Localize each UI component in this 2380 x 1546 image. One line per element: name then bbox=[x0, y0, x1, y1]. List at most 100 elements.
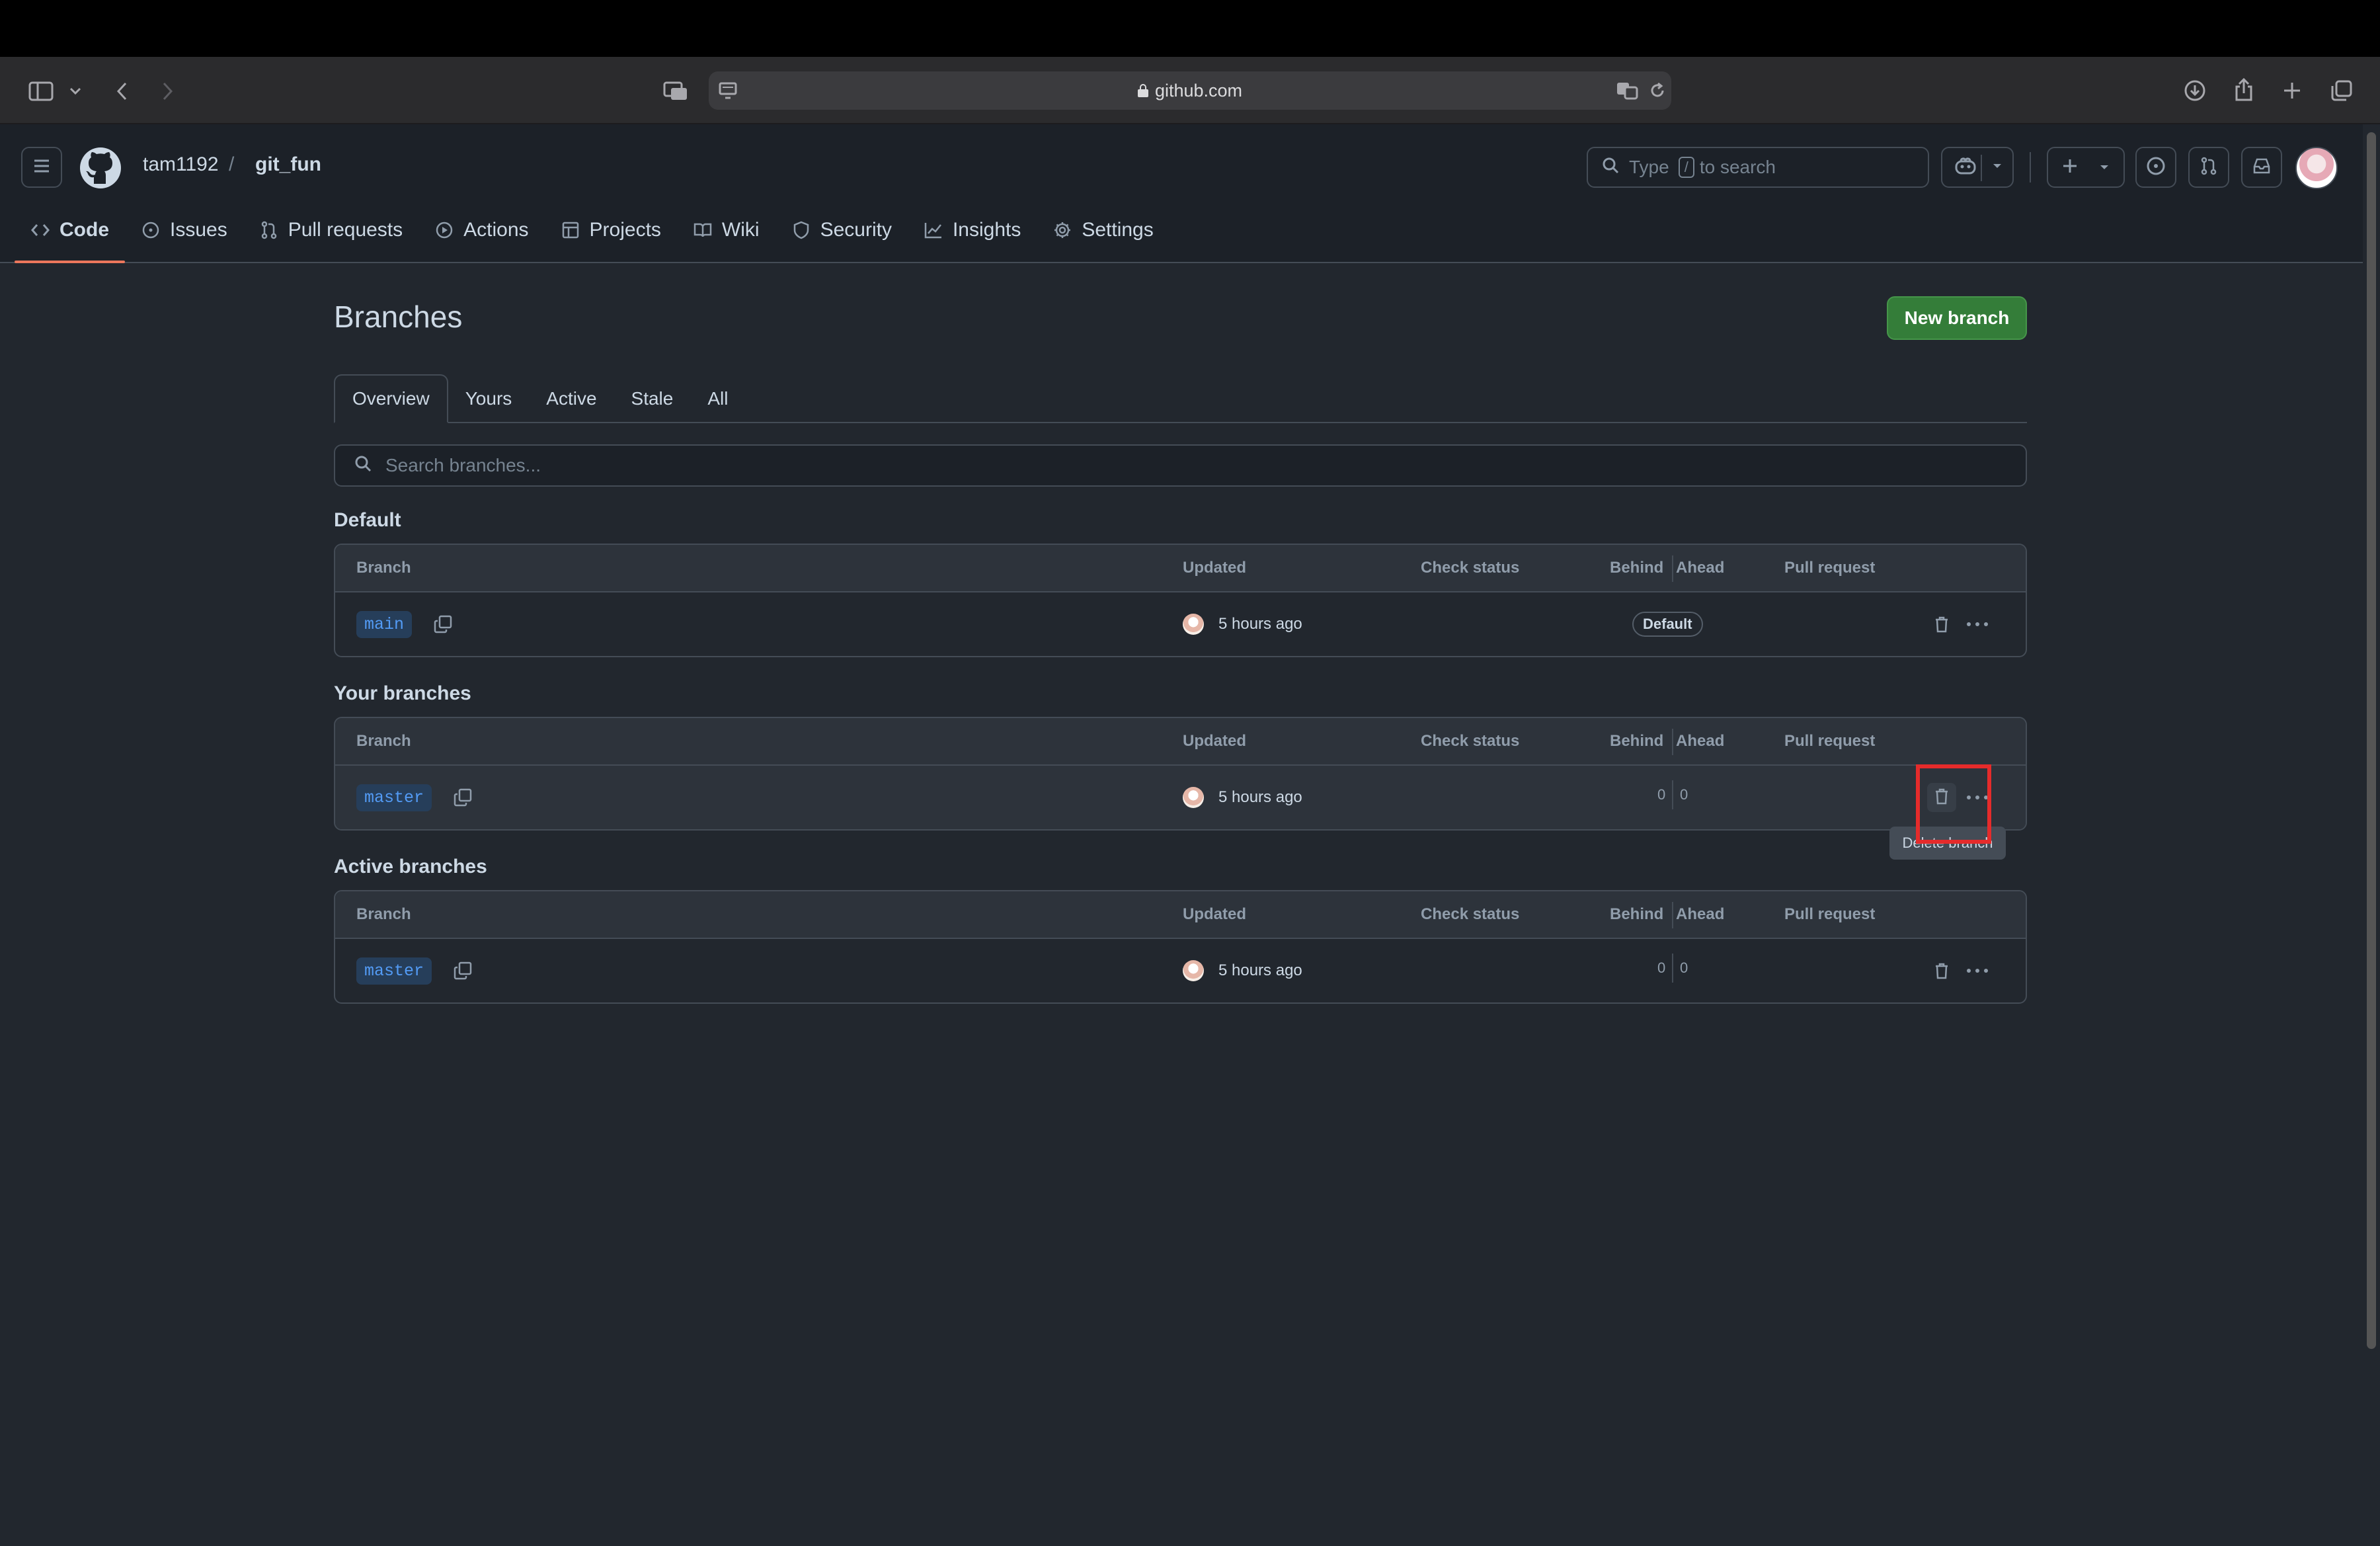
new-tab-icon[interactable] bbox=[2280, 78, 2305, 103]
tab-wiki-label: Wiki bbox=[721, 219, 760, 241]
branch-filter-tabs: Overview Yours Active Stale All bbox=[334, 374, 2027, 423]
graph-icon bbox=[924, 220, 943, 240]
pull-request-icon bbox=[259, 220, 279, 240]
tabs-overview-icon[interactable] bbox=[2328, 77, 2355, 104]
branch-name-link[interactable]: main bbox=[356, 610, 413, 638]
col-pull-request: Pull request bbox=[1784, 905, 1876, 923]
tab-projects-label: Projects bbox=[589, 219, 661, 241]
annotation-highlight-box bbox=[1916, 764, 1991, 844]
chevron-down-icon[interactable] bbox=[1991, 161, 2003, 174]
gear-icon bbox=[1052, 220, 1072, 240]
search-placeholder-pre: Type bbox=[1629, 157, 1669, 177]
tab-actions-label: Actions bbox=[463, 219, 529, 241]
branch-name-link[interactable]: master bbox=[356, 784, 432, 811]
inbox-button[interactable] bbox=[2241, 147, 2282, 188]
divider bbox=[1672, 555, 1673, 582]
download-icon[interactable] bbox=[2182, 77, 2208, 104]
share-icon[interactable] bbox=[2231, 75, 2257, 104]
branch-search-placeholder: Search branches... bbox=[385, 455, 541, 475]
tab-active[interactable]: Active bbox=[529, 374, 614, 423]
tab-settings-label: Settings bbox=[1082, 219, 1154, 241]
table-row: master 5 hours ago 0 0 bbox=[335, 939, 2026, 1002]
search-placeholder-post: to search bbox=[1699, 157, 1776, 177]
section-title-default: Default bbox=[334, 509, 401, 531]
avatar[interactable] bbox=[1183, 960, 1204, 981]
col-branch: Branch bbox=[356, 732, 411, 750]
code-icon bbox=[30, 220, 50, 240]
repo-owner-link[interactable]: tam1192 bbox=[143, 153, 219, 176]
col-ahead: Ahead bbox=[1676, 732, 1725, 750]
tab-code[interactable]: Code bbox=[15, 210, 125, 263]
tab-all[interactable]: All bbox=[690, 374, 745, 423]
tab-stale[interactable]: Stale bbox=[614, 374, 691, 423]
table-row: master 5 hours ago 0 0 bbox=[335, 766, 2026, 829]
copy-icon[interactable] bbox=[452, 786, 474, 809]
copy-icon[interactable] bbox=[432, 613, 454, 635]
kebab-horizontal-icon[interactable] bbox=[1963, 956, 1992, 985]
tab-pull-requests-label: Pull requests bbox=[288, 219, 403, 241]
tab-code-label: Code bbox=[60, 219, 109, 241]
global-search-input[interactable]: Type / to search bbox=[1587, 147, 1929, 188]
divider bbox=[1672, 729, 1673, 755]
kebab-horizontal-icon[interactable] bbox=[1963, 610, 1992, 639]
tab-overview-icon[interactable] bbox=[661, 78, 690, 104]
new-branch-button[interactable]: New branch bbox=[1887, 296, 2027, 340]
trash-icon[interactable] bbox=[1927, 610, 1956, 639]
col-ahead: Ahead bbox=[1676, 559, 1725, 577]
trash-icon[interactable] bbox=[1927, 956, 1956, 985]
col-updated: Updated bbox=[1183, 559, 1246, 577]
tab-wiki[interactable]: Wiki bbox=[677, 210, 775, 250]
branch-name-link[interactable]: master bbox=[356, 957, 432, 985]
tab-yours[interactable]: Yours bbox=[448, 374, 530, 423]
user-avatar[interactable] bbox=[2295, 147, 2338, 189]
avatar[interactable] bbox=[1183, 614, 1204, 635]
hamburger-icon bbox=[32, 158, 51, 177]
create-new-button[interactable] bbox=[2047, 147, 2125, 188]
col-branch: Branch bbox=[356, 559, 411, 577]
github-logo-icon[interactable] bbox=[79, 147, 122, 189]
issue-icon bbox=[141, 220, 161, 240]
menu-button[interactable] bbox=[21, 147, 62, 188]
tab-insights[interactable]: Insights bbox=[908, 210, 1037, 250]
tab-pull-requests[interactable]: Pull requests bbox=[243, 210, 418, 250]
chevron-down-icon[interactable] bbox=[66, 82, 85, 101]
your-branches-table: Branch Updated Check status Behind Ahead… bbox=[334, 717, 2027, 831]
reload-icon[interactable] bbox=[1646, 79, 1669, 102]
sidebar-toggle-icon[interactable] bbox=[26, 78, 56, 104]
back-icon[interactable] bbox=[111, 78, 132, 104]
copy-icon[interactable] bbox=[452, 959, 474, 982]
updated-time: 5 hours ago bbox=[1218, 615, 1302, 633]
book-icon bbox=[693, 220, 713, 240]
issue-icon bbox=[2146, 156, 2166, 179]
issues-button[interactable] bbox=[2135, 147, 2176, 188]
table-icon bbox=[561, 220, 580, 240]
tab-issues[interactable]: Issues bbox=[125, 210, 243, 250]
repo-name-link[interactable]: git_fun bbox=[255, 153, 321, 176]
translate-icon[interactable] bbox=[1614, 79, 1641, 102]
address-bar[interactable]: github.com bbox=[709, 71, 1671, 110]
tab-projects[interactable]: Projects bbox=[545, 210, 677, 250]
tab-actions[interactable]: Actions bbox=[418, 210, 544, 250]
tab-security[interactable]: Security bbox=[775, 210, 908, 250]
col-pull-request: Pull request bbox=[1784, 559, 1876, 577]
avatar[interactable] bbox=[1183, 787, 1204, 808]
col-check-status: Check status bbox=[1421, 559, 1520, 577]
shield-icon bbox=[791, 220, 811, 240]
copilot-button[interactable] bbox=[1941, 147, 2014, 188]
plus-icon bbox=[2061, 157, 2079, 178]
ahead-count: 0 bbox=[1680, 786, 1688, 803]
page-title: Branches bbox=[334, 300, 463, 334]
search-shortcut-key: / bbox=[1678, 157, 1694, 178]
scrollbar-thumb[interactable] bbox=[2367, 132, 2376, 1349]
tab-settings[interactable]: Settings bbox=[1037, 210, 1169, 250]
branch-search-input[interactable]: Search branches... bbox=[334, 444, 2027, 487]
copilot-icon bbox=[1954, 156, 1977, 179]
col-pull-request: Pull request bbox=[1784, 732, 1876, 750]
forward-icon[interactable] bbox=[157, 78, 178, 104]
tab-insights-label: Insights bbox=[952, 219, 1021, 241]
col-check-status: Check status bbox=[1421, 732, 1520, 750]
pull-requests-button[interactable] bbox=[2188, 147, 2229, 188]
table-header: Branch Updated Check status Behind Ahead… bbox=[335, 718, 2026, 766]
updated-time: 5 hours ago bbox=[1218, 961, 1302, 979]
tab-overview[interactable]: Overview bbox=[334, 374, 448, 423]
